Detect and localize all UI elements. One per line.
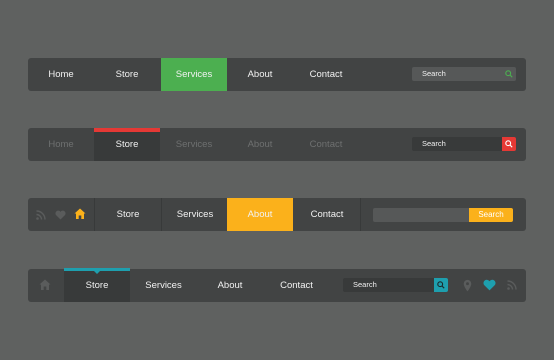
nav2-item-home[interactable]: Home <box>28 128 94 161</box>
search-icon <box>437 281 445 289</box>
search-button[interactable] <box>502 137 516 151</box>
nav2-item-contact[interactable]: Contact <box>293 128 359 161</box>
nav3-item-about[interactable]: About <box>227 198 293 231</box>
nav-bar-1: Home Store Services About Contact Search <box>28 58 526 91</box>
nav2-item-store[interactable]: Store <box>94 128 160 161</box>
nav3-item-services[interactable]: Services <box>162 198 228 231</box>
rss-icon[interactable] <box>36 210 46 220</box>
nav4-search-label: Search <box>353 280 377 289</box>
nav-bar-2: Home Store Services About Contact Search <box>28 128 526 161</box>
nav4-item-contact[interactable]: Contact <box>263 269 330 302</box>
heart-icon[interactable] <box>55 210 66 220</box>
nav4-item-services[interactable]: Services <box>130 269 197 302</box>
nav3-divider <box>360 198 361 231</box>
nav3-item-contact[interactable]: Contact <box>294 198 360 231</box>
location-pin-icon[interactable] <box>463 279 472 292</box>
nav1-search-field[interactable]: Search <box>412 67 516 81</box>
nav3-search-button[interactable]: Search <box>469 208 513 222</box>
nav4-indicator-caret <box>94 271 100 274</box>
rss-icon[interactable] <box>507 280 517 290</box>
nav1-item-store[interactable]: Store <box>94 58 160 91</box>
nav1-item-home[interactable]: Home <box>28 58 94 91</box>
nav2-active-indicator <box>94 128 160 132</box>
nav4-item-about[interactable]: About <box>197 269 263 302</box>
nav4-search-field[interactable]: Search <box>343 278 448 292</box>
search-button[interactable] <box>434 278 448 292</box>
home-icon[interactable] <box>39 279 51 291</box>
nav2-item-about[interactable]: About <box>227 128 293 161</box>
nav3-search-field[interactable] <box>373 208 469 222</box>
nav1-item-about[interactable]: About <box>227 58 293 91</box>
search-icon <box>505 140 513 148</box>
nav1-item-services[interactable]: Services <box>161 58 227 91</box>
nav3-item-store[interactable]: Store <box>95 198 161 231</box>
nav1-item-contact[interactable]: Contact <box>293 58 359 91</box>
nav2-item-services[interactable]: Services <box>161 128 227 161</box>
nav2-search-label: Search <box>422 139 446 148</box>
nav1-search-label: Search <box>422 69 446 78</box>
nav-bar-4: Store Services About Contact Search <box>28 268 526 302</box>
home-icon[interactable] <box>74 208 86 220</box>
nav-bar-3: Store Services About Contact Search <box>28 198 526 231</box>
search-icon[interactable] <box>505 70 513 78</box>
heart-icon[interactable] <box>483 279 496 291</box>
nav2-search-field[interactable]: Search <box>412 137 516 151</box>
